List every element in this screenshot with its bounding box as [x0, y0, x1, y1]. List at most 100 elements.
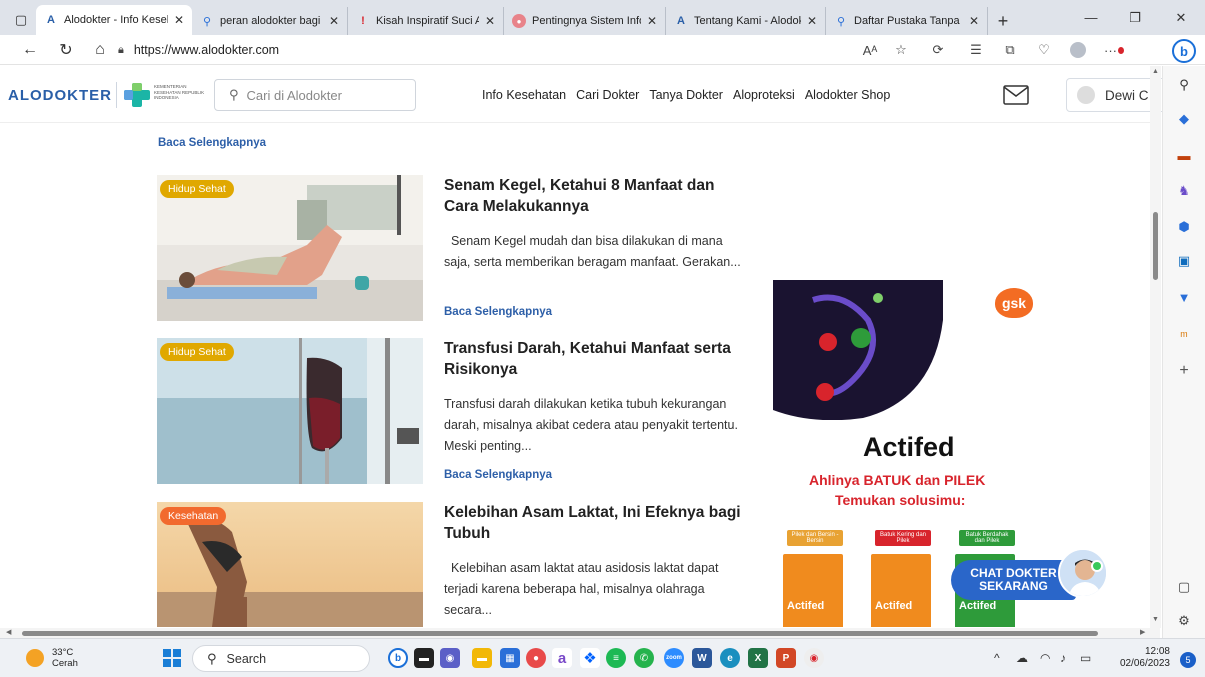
volume-icon[interactable]: ♪ [1060, 651, 1066, 665]
windows-start-icon[interactable] [163, 649, 181, 667]
close-icon[interactable]: ✕ [647, 14, 657, 28]
drop-icon[interactable]: ▼ [1175, 288, 1193, 306]
weather-widget[interactable]: 33°C Cerah [26, 647, 78, 669]
read-more-link[interactable]: Baca Selengkapnya [444, 469, 552, 481]
horizontal-scroll-thumb[interactable] [22, 631, 1098, 636]
nav-cari-dokter[interactable]: Cari Dokter [576, 88, 639, 102]
tab-tentang-kami[interactable]: A Tentang Kami - Alodok ✕ [666, 7, 826, 35]
nav-info-kesehatan[interactable]: Info Kesehatan [482, 88, 566, 102]
close-icon[interactable]: ✕ [174, 13, 184, 27]
close-icon[interactable]: ✕ [807, 14, 817, 28]
alodokter-icon: A [677, 15, 685, 27]
excel-icon[interactable]: X [748, 648, 768, 668]
chat-dokter-button[interactable]: CHAT DOKTER SEKARANG [951, 560, 1076, 600]
scroll-up-arrow-icon[interactable]: ▲ [1152, 68, 1159, 75]
article-thumbnail[interactable]: Hidup Sehat [157, 338, 423, 484]
edge-icon[interactable]: e [720, 648, 740, 668]
battery-icon[interactable]: ▭ [1080, 651, 1091, 665]
alodokter-logo[interactable]: ALODOKTER [8, 87, 112, 104]
minimize-button[interactable]: — [1068, 0, 1114, 35]
store-icon[interactable]: ▦ [500, 648, 520, 668]
hide-sidebar-icon[interactable]: ▢ [1175, 578, 1193, 596]
back-button[interactable]: ← [16, 36, 44, 64]
article-thumbnail[interactable]: Kesehatan [157, 502, 423, 627]
nav-alodokter-shop[interactable]: Alodokter Shop [805, 88, 890, 102]
tools-briefcase-icon[interactable]: ▬ [1175, 146, 1193, 164]
tab-daftar-pustaka[interactable]: ⚲ Daftar Pustaka Tanpa I ✕ [826, 7, 988, 35]
clock[interactable]: 12:08 02/06/2023 [1116, 646, 1170, 670]
article-thumbnail[interactable]: Hidup Sehat [157, 175, 423, 321]
product-pilek-bersin: Pilek dan Bersin - Bersin Actifed [783, 530, 847, 627]
category-badge[interactable]: Hidup Sehat [160, 343, 234, 361]
category-badge[interactable]: Kesehatan [160, 507, 227, 525]
read-more-link[interactable]: Baca Selengkapnya [158, 137, 266, 149]
firefox-icon[interactable]: ● [526, 648, 546, 668]
article-title[interactable]: Senam Kegel, Ketahui 8 Manfaat dan Cara … [444, 175, 744, 217]
bing-app-icon[interactable]: b [388, 648, 408, 668]
amazon-icon[interactable]: a [552, 648, 572, 668]
url-field[interactable]: 🔒︎ https://www.alodokter.com [118, 39, 918, 61]
games-icon[interactable]: ♞ [1175, 182, 1193, 200]
close-icon[interactable]: ✕ [329, 14, 339, 28]
zoom-icon[interactable]: zoom [664, 648, 684, 668]
article-title[interactable]: Kelebihan Asam Laktat, Ini Efeknya bagi … [444, 502, 744, 544]
article-title[interactable]: Transfusi Darah, Ketahui Manfaat serta R… [444, 338, 744, 380]
category-badge[interactable]: Hidup Sehat [160, 180, 234, 198]
refresh-button[interactable]: ↻ [52, 36, 80, 64]
tab-actions-icon[interactable]: ▢ [6, 5, 36, 35]
favorite-star-icon[interactable]: ☆ [891, 41, 911, 59]
teams-chat-icon[interactable]: ◉ [440, 648, 460, 668]
bing-chat-icon[interactable]: b [1172, 39, 1196, 63]
mail-icon[interactable] [1003, 85, 1029, 105]
wifi-icon[interactable]: ◠ [1040, 651, 1050, 665]
vertical-scroll-thumb[interactable] [1153, 212, 1158, 280]
taskbar-search-input[interactable]: ⚲ Search [192, 645, 370, 672]
task-view-icon[interactable]: ▬ [414, 648, 434, 668]
tab-alodokter-info[interactable]: A Alodokter - Info Keseh ✕ [36, 5, 192, 35]
close-window-button[interactable]: ✕ [1158, 0, 1204, 35]
spotify-icon[interactable]: ≡ [606, 648, 626, 668]
shopping-tag-icon[interactable]: ◆ [1175, 110, 1193, 128]
read-aloud-icon[interactable]: Aᴬ [860, 41, 880, 59]
close-icon[interactable]: ✕ [969, 14, 979, 28]
extensions-icon[interactable]: ⟳ [928, 41, 948, 59]
nav-tanya-dokter[interactable]: Tanya Dokter [649, 88, 723, 102]
search-icon[interactable]: ⚲ [1175, 76, 1193, 94]
home-button[interactable]: ⌂ [86, 36, 114, 64]
browser-essentials-icon[interactable]: ♡ [1034, 41, 1054, 59]
dropbox-icon[interactable]: ❖ [580, 648, 600, 668]
profile-icon[interactable] [1068, 41, 1088, 59]
scroll-down-arrow-icon[interactable]: ▼ [1152, 616, 1159, 623]
new-tab-button[interactable]: + [988, 7, 1018, 35]
file-explorer-icon[interactable]: ▬ [472, 648, 492, 668]
site-search-input[interactable]: ⚲ Cari di Alodokter [214, 79, 416, 111]
outlook-icon[interactable]: ▣ [1175, 252, 1193, 270]
powerpoint-icon[interactable]: P [776, 648, 796, 668]
notification-badge[interactable]: 5 [1180, 652, 1196, 668]
collections-icon[interactable]: ⧉ [1000, 41, 1020, 59]
scroll-right-arrow-icon[interactable]: ▶ [1140, 628, 1145, 636]
settings-gear-icon[interactable]: ⚙ [1175, 612, 1193, 630]
nav-aloproteksi[interactable]: Aloproteksi [733, 88, 795, 102]
tab-kisah-inspiratif[interactable]: ! Kisah Inspiratif Suci Ar ✕ [348, 7, 504, 35]
close-icon[interactable]: ✕ [485, 14, 495, 28]
whatsapp-icon[interactable]: ✆ [634, 648, 654, 668]
vertical-scrollbar[interactable]: ▲ ▼ [1150, 66, 1161, 628]
scroll-left-arrow-icon[interactable]: ◀ [6, 628, 11, 636]
read-more-link[interactable]: Baca Selengkapnya [444, 306, 552, 318]
tab-peran-alodokter[interactable]: ⚲ peran alodokter bagi n ✕ [192, 7, 348, 35]
onedrive-icon[interactable]: ☁ [1016, 651, 1028, 665]
tab-title: Pentingnya Sistem Info [532, 15, 641, 27]
word-icon[interactable]: W [692, 648, 712, 668]
microsoft-365-icon[interactable]: ⬢ [1175, 218, 1193, 236]
show-hidden-icons-icon[interactable]: ^ [994, 651, 1000, 665]
chrome-icon[interactable]: ◉ [804, 648, 824, 668]
tab-pentingnya-sistem[interactable]: ● Pentingnya Sistem Info ✕ [504, 7, 666, 35]
horizontal-scrollbar[interactable]: ◀ ▶ [0, 628, 1160, 638]
translator-icon[interactable]: ᵐ [1175, 326, 1193, 344]
add-sidebar-app-icon[interactable]: + [1175, 362, 1193, 380]
restore-button[interactable]: ❐ [1112, 0, 1158, 35]
doctor-avatar[interactable] [1058, 548, 1108, 598]
favorites-icon[interactable]: ☰ [966, 41, 986, 59]
more-options-icon[interactable]: ··· [1104, 41, 1124, 59]
